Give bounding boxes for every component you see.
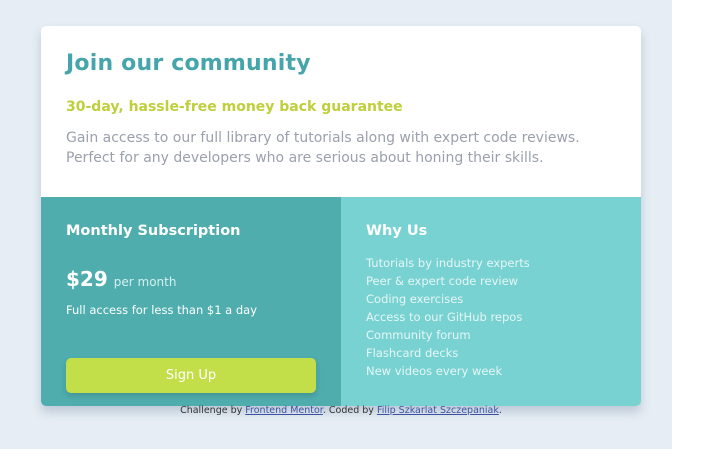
subscription-title: Monthly Subscription [66,223,241,239]
price-period: per month [113,275,177,289]
sign-up-button[interactable]: Sign Up [66,358,316,393]
price-row: $29 per month [66,267,176,291]
why-us-item: Peer & expert code review [366,274,519,288]
why-us-list: Tutorials by industry experts Peer & exp… [366,254,530,380]
attribution-suffix: . [498,405,502,416]
subscription-panel: Monthly Subscription $29 per month Full … [41,197,341,406]
why-us-item: Access to our GitHub repos [366,310,523,324]
author-link[interactable]: Filip Szkarlat Szczepaniak [377,405,499,416]
attribution-prefix: Challenge by [180,405,246,416]
why-us-item: Coding exercises [366,292,464,306]
access-text: Full access for less than $1 a day [66,303,258,317]
card-title: Join our community [66,51,311,76]
why-us-title: Why Us [366,223,428,239]
community-card: Join our community 30-day, hassle-free m… [41,26,641,406]
price-amount: $29 [66,267,108,291]
card-header: Join our community 30-day, hassle-free m… [41,26,641,197]
guarantee-text: 30-day, hassle-free money back guarantee [66,99,403,115]
why-us-item: Community forum [366,328,471,342]
card-description: Gain access to our full library of tutor… [66,130,580,166]
attribution-middle: . Coded by [322,405,377,416]
why-us-item: Tutorials by industry experts [366,256,530,270]
why-us-item: New videos every week [366,364,503,378]
attribution: Challenge by Frontend Mentor. Coded by F… [41,405,641,416]
why-us-panel: Why Us Tutorials by industry experts Pee… [341,197,641,406]
why-us-item: Flashcard decks [366,346,459,360]
frontend-mentor-link[interactable]: Frontend Mentor [245,405,323,416]
